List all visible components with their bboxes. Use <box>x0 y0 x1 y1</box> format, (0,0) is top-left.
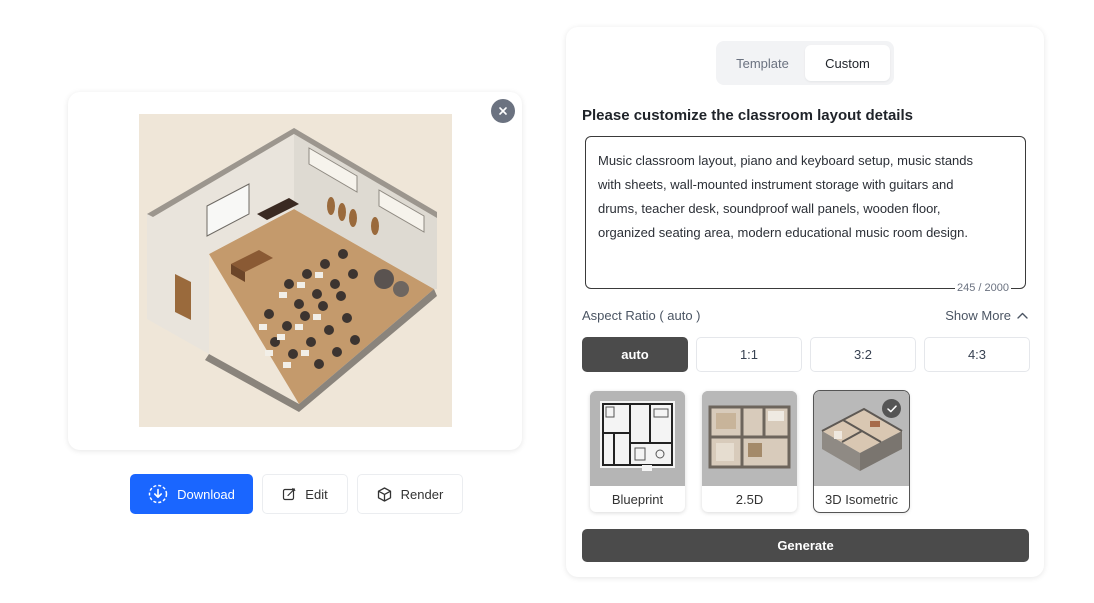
render-label: Render <box>400 486 444 502</box>
generate-button[interactable]: Generate <box>582 529 1029 562</box>
show-more-label: Show More <box>945 308 1011 323</box>
classroom-preview-image <box>139 114 452 427</box>
tab-custom[interactable]: Custom <box>805 45 890 81</box>
style-3d-isometric-label: 3D Isometric <box>825 491 898 507</box>
download-button[interactable]: Download <box>130 474 253 514</box>
aspect-ratio-label: Aspect Ratio ( auto ) <box>582 308 701 323</box>
show-more-button[interactable]: Show More <box>945 308 1028 323</box>
isometric-classroom-illustration <box>139 114 452 427</box>
tab-template[interactable]: Template <box>720 45 805 81</box>
mode-toggle: Template Custom <box>716 41 894 85</box>
character-count: 245 / 2000 <box>955 282 1011 294</box>
2-5d-thumbnail <box>702 391 797 486</box>
render-button[interactable]: Render <box>357 474 463 514</box>
edit-label: Edit <box>305 486 328 502</box>
download-icon <box>148 484 168 504</box>
ratio-4-3-button[interactable]: 4:3 <box>924 337 1030 372</box>
section-title: Please customize the classroom layout de… <box>582 107 913 124</box>
style-blueprint-label: Blueprint <box>611 491 664 507</box>
chevron-up-icon <box>1017 312 1028 319</box>
ratio-1-1-button[interactable]: 1:1 <box>696 337 802 372</box>
selected-check-icon <box>882 399 901 418</box>
edit-button[interactable]: Edit <box>262 474 348 514</box>
customize-panel: Template Custom Please customize the cla… <box>566 27 1044 577</box>
style-2-5d-card[interactable]: 2.5D <box>702 391 797 512</box>
close-preview-button[interactable] <box>491 99 515 123</box>
blueprint-thumbnail <box>590 391 685 486</box>
style-3d-isometric-card[interactable]: 3D Isometric <box>814 391 909 512</box>
ratio-3-2-button[interactable]: 3:2 <box>810 337 916 372</box>
style-options: Blueprint 2.5D 3D Isometric <box>590 391 909 512</box>
ratio-auto-button[interactable]: auto <box>582 337 688 372</box>
prompt-textarea[interactable]: Music classroom layout, piano and keyboa… <box>585 136 1026 294</box>
preview-actions: Download Edit Render <box>130 474 463 514</box>
download-label: Download <box>177 486 235 502</box>
preview-card <box>68 92 522 450</box>
style-blueprint-card[interactable]: Blueprint <box>590 391 685 512</box>
aspect-ratio-options: auto 1:1 3:2 4:3 <box>582 337 1030 372</box>
cube-icon <box>377 486 391 502</box>
edit-icon <box>283 487 296 501</box>
prompt-text[interactable]: Music classroom layout, piano and keyboa… <box>598 149 1013 245</box>
style-2-5d-label: 2.5D <box>735 491 764 507</box>
close-icon <box>499 107 507 115</box>
